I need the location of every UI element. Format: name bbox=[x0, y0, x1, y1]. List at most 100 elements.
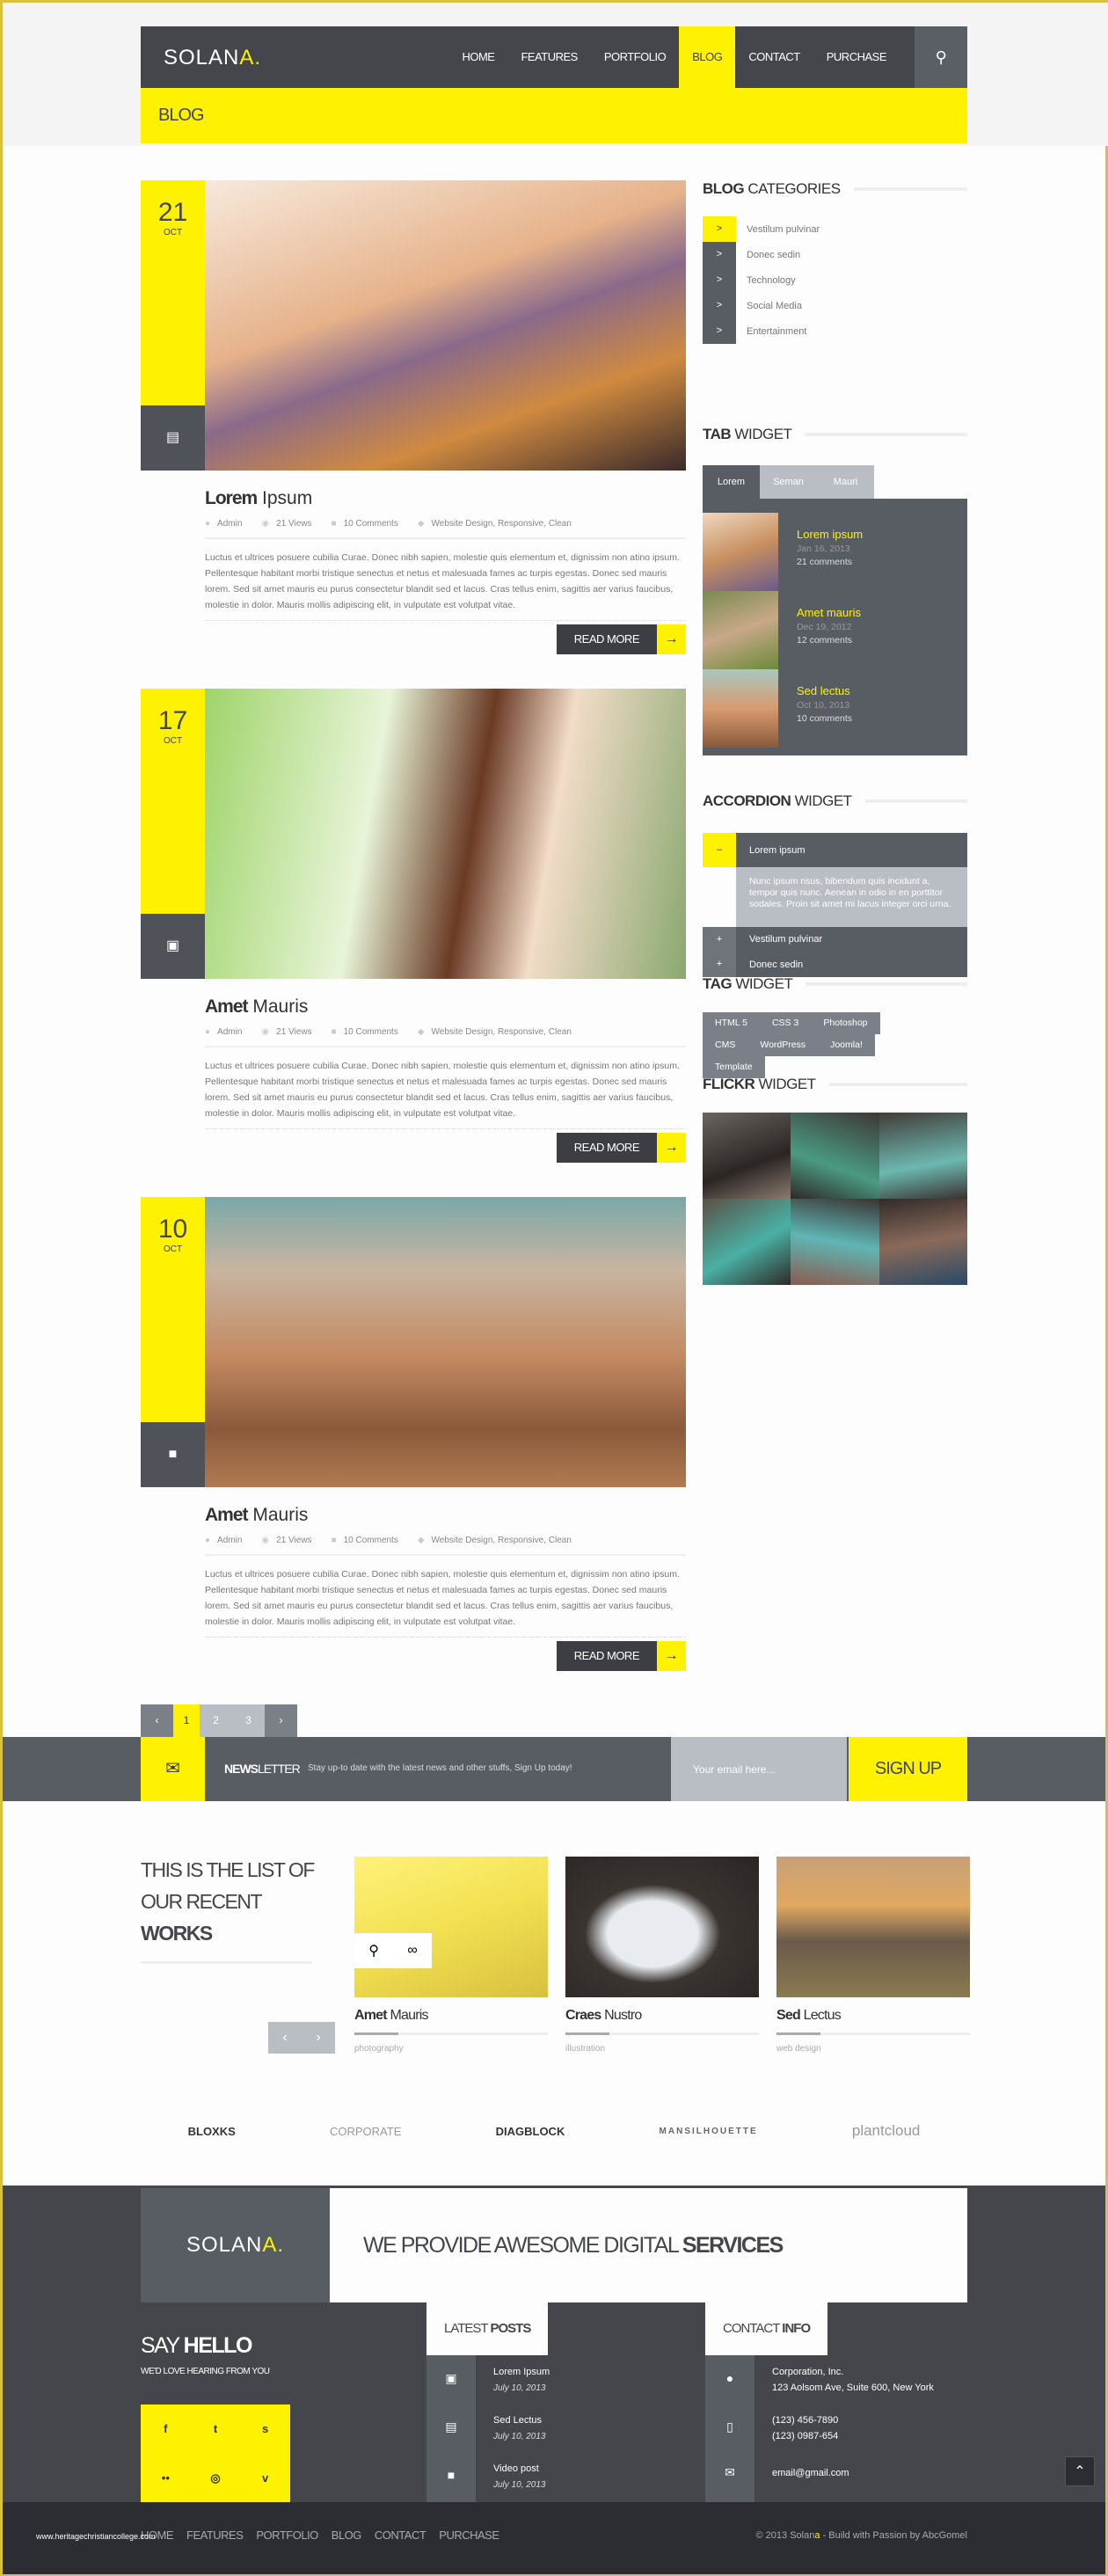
tag[interactable]: Joomla! bbox=[818, 1034, 875, 1056]
category-item[interactable]: > Technology bbox=[703, 267, 967, 293]
arrow-right-icon: → bbox=[657, 624, 686, 654]
copyright: © 2013 Solana - Build with Passion by Ab… bbox=[755, 2530, 967, 2541]
flickr-photo[interactable] bbox=[791, 1113, 879, 1199]
tag[interactable]: Photoshop bbox=[811, 1012, 880, 1034]
user-icon: ● bbox=[205, 1027, 211, 1037]
logo[interactable]: SOLANA. bbox=[164, 46, 261, 70]
accordion-item[interactable]: + Donec sedin bbox=[703, 952, 967, 977]
prev-page-button[interactable]: ‹ bbox=[141, 1704, 173, 1737]
work-image bbox=[776, 1857, 970, 1997]
post-comments[interactable]: ■ 10 Comments bbox=[332, 1027, 398, 1037]
accordion-item-open[interactable]: – Lorem ipsum bbox=[703, 833, 967, 867]
works-next-button[interactable]: › bbox=[302, 2022, 335, 2054]
client-logo: MANSILHOUETTE bbox=[659, 2126, 758, 2136]
post-title[interactable]: Amet Mauris bbox=[205, 1505, 308, 1526]
page-3[interactable]: 3 bbox=[232, 1704, 265, 1737]
footer-nav-contact[interactable]: CONTACT bbox=[375, 2529, 426, 2542]
accordion-body: Nunc ipsum risus, bibendum quis incidunt… bbox=[736, 867, 967, 927]
latest-posts: ▣ Lorem Ipsum July 10, 2013 ▤ Sed Lectus Jul… bbox=[426, 2355, 690, 2502]
read-more-button[interactable]: READ MORE → bbox=[556, 1641, 686, 1671]
zoom-icon[interactable]: ⚲ bbox=[368, 1942, 379, 1959]
skype-icon[interactable]: s bbox=[240, 2405, 290, 2454]
post-title[interactable]: Lorem Ipsum bbox=[205, 488, 312, 509]
latest-post[interactable]: ■ Video post July 10, 2013 bbox=[426, 2461, 717, 2505]
tag[interactable]: WordPress bbox=[747, 1034, 819, 1056]
tab-seman[interactable]: Seman bbox=[760, 465, 817, 499]
flickr-photo[interactable] bbox=[878, 1113, 967, 1199]
social-links: f t s •• ◎ v bbox=[141, 2405, 290, 2502]
category-item[interactable]: > Entertainment bbox=[703, 318, 967, 344]
tag[interactable]: CSS 3 bbox=[759, 1012, 812, 1034]
tumblr-icon[interactable]: t bbox=[191, 2405, 241, 2454]
tag[interactable]: CMS bbox=[703, 1034, 748, 1056]
tab-post[interactable]: Lorem ipsum Jan 16, 2013 21 comments bbox=[703, 513, 967, 591]
say-hello-heading: SAY HELLO bbox=[141, 2333, 252, 2358]
vimeo-icon[interactable]: v bbox=[240, 2454, 290, 2503]
back-to-top-button[interactable]: ⌃ bbox=[1065, 2456, 1095, 2486]
client-logos: BLOXKS CORPORATE DIAGBLOCK MANSILHOUETTE… bbox=[141, 2105, 967, 2157]
read-more-button[interactable]: READ MORE → bbox=[556, 624, 686, 654]
works-prev-button[interactable]: ‹ bbox=[268, 2022, 302, 2054]
tab-post[interactable]: Sed lectus Oct 10, 2013 10 comments bbox=[703, 669, 967, 748]
flickr-photo[interactable] bbox=[878, 1199, 967, 1285]
post-comments[interactable]: ■ 10 Comments bbox=[332, 519, 398, 529]
link-icon[interactable]: ∞ bbox=[407, 1943, 417, 1959]
work-item[interactable]: Sed Lectus web design bbox=[776, 1857, 970, 2054]
dribbble-icon[interactable]: ◎ bbox=[191, 2454, 241, 2503]
chevron-right-icon: > bbox=[703, 242, 736, 267]
footer-nav-features[interactable]: FEATURES bbox=[186, 2529, 244, 2542]
flickr-photo[interactable] bbox=[703, 1199, 791, 1285]
page-2[interactable]: 2 bbox=[200, 1704, 232, 1737]
flickr-photo[interactable] bbox=[791, 1199, 879, 1285]
footer-nav-portfolio[interactable]: PORTFOLIO bbox=[256, 2529, 318, 2542]
nav-contact[interactable]: CONTACT bbox=[735, 26, 813, 88]
email-input[interactable] bbox=[671, 1737, 847, 1801]
page-1[interactable]: 1 bbox=[173, 1704, 200, 1737]
accordion-item[interactable]: + Vestilum pulvinar bbox=[703, 927, 967, 952]
footer-nav-purchase[interactable]: PURCHASE bbox=[439, 2529, 499, 2542]
nav-portfolio[interactable]: PORTFOLIO bbox=[591, 26, 679, 88]
post-tags[interactable]: ◆ Website Design, Responsive, Clean bbox=[418, 519, 572, 529]
latest-post[interactable]: ▣ Lorem Ipsum July 10, 2013 bbox=[426, 2364, 717, 2408]
post-image[interactable] bbox=[205, 1197, 686, 1487]
post-comments[interactable]: ■ 10 Comments bbox=[332, 1536, 398, 1545]
post-image[interactable] bbox=[205, 180, 686, 471]
nav-home[interactable]: HOME bbox=[448, 26, 507, 88]
tab-lorem[interactable]: Lorem bbox=[703, 465, 760, 499]
tag[interactable]: HTML 5 bbox=[703, 1012, 760, 1034]
tab-mauri[interactable]: Mauri bbox=[817, 465, 874, 499]
client-logo: plantcloud bbox=[851, 2122, 921, 2139]
latest-post[interactable]: ▤ Sed Lectus July 10, 2013 bbox=[426, 2412, 717, 2456]
category-item[interactable]: > Social Media bbox=[703, 293, 967, 318]
nav-blog[interactable]: BLOG bbox=[679, 26, 736, 88]
footer-nav-blog[interactable]: BLOG bbox=[332, 2529, 362, 2542]
facebook-icon[interactable]: f bbox=[141, 2405, 191, 2454]
read-more-button[interactable]: READ MORE → bbox=[556, 1133, 686, 1163]
flickr-icon[interactable]: •• bbox=[141, 2454, 191, 2503]
post-tags[interactable]: ◆ Website Design, Responsive, Clean bbox=[418, 1027, 572, 1037]
category-item[interactable]: > Donec sedin bbox=[703, 242, 967, 267]
sign-up-button[interactable]: SIGN UP bbox=[849, 1737, 967, 1801]
post-tags[interactable]: ◆ Website Design, Responsive, Clean bbox=[418, 1536, 572, 1545]
tab-post[interactable]: Amet mauris Dec 19, 2012 12 comments bbox=[703, 591, 967, 669]
next-page-button[interactable]: › bbox=[265, 1704, 297, 1737]
eye-icon: ◉ bbox=[261, 519, 270, 529]
post-author[interactable]: ● Admin bbox=[205, 1027, 242, 1037]
accordion-widget: ACCORDION WIDGET – Lorem ipsum Nunc ipsum… bbox=[703, 792, 967, 977]
work-item[interactable]: Craes Nustro illustration bbox=[565, 1857, 759, 2054]
widget-heading: TAB WIDGET bbox=[703, 426, 967, 443]
post-author[interactable]: ● Admin bbox=[205, 519, 242, 529]
flickr-photo[interactable] bbox=[703, 1113, 791, 1199]
arrow-right-icon: → bbox=[657, 1133, 686, 1163]
post-excerpt: Luctus et ultrices posuere cubilia Curae… bbox=[205, 1058, 686, 1129]
post-image[interactable] bbox=[205, 689, 686, 979]
blog-post: 17 OCT ▣ Amet Mauris ● Admin ◉ 21 Views ■ 10 C… bbox=[141, 689, 686, 1168]
work-item[interactable]: ⚲ ∞ Amet Mauris photography bbox=[354, 1857, 548, 2054]
chevron-right-icon: > bbox=[703, 267, 736, 293]
category-item[interactable]: > Vestilum pulvinar bbox=[703, 216, 967, 242]
nav-features[interactable]: FEATURES bbox=[507, 26, 590, 88]
post-title[interactable]: Amet Mauris bbox=[205, 996, 308, 1018]
post-author[interactable]: ● Admin bbox=[205, 1536, 242, 1545]
nav-purchase[interactable]: PURCHASE bbox=[813, 26, 900, 88]
search-icon[interactable]: ⚲ bbox=[915, 26, 967, 88]
